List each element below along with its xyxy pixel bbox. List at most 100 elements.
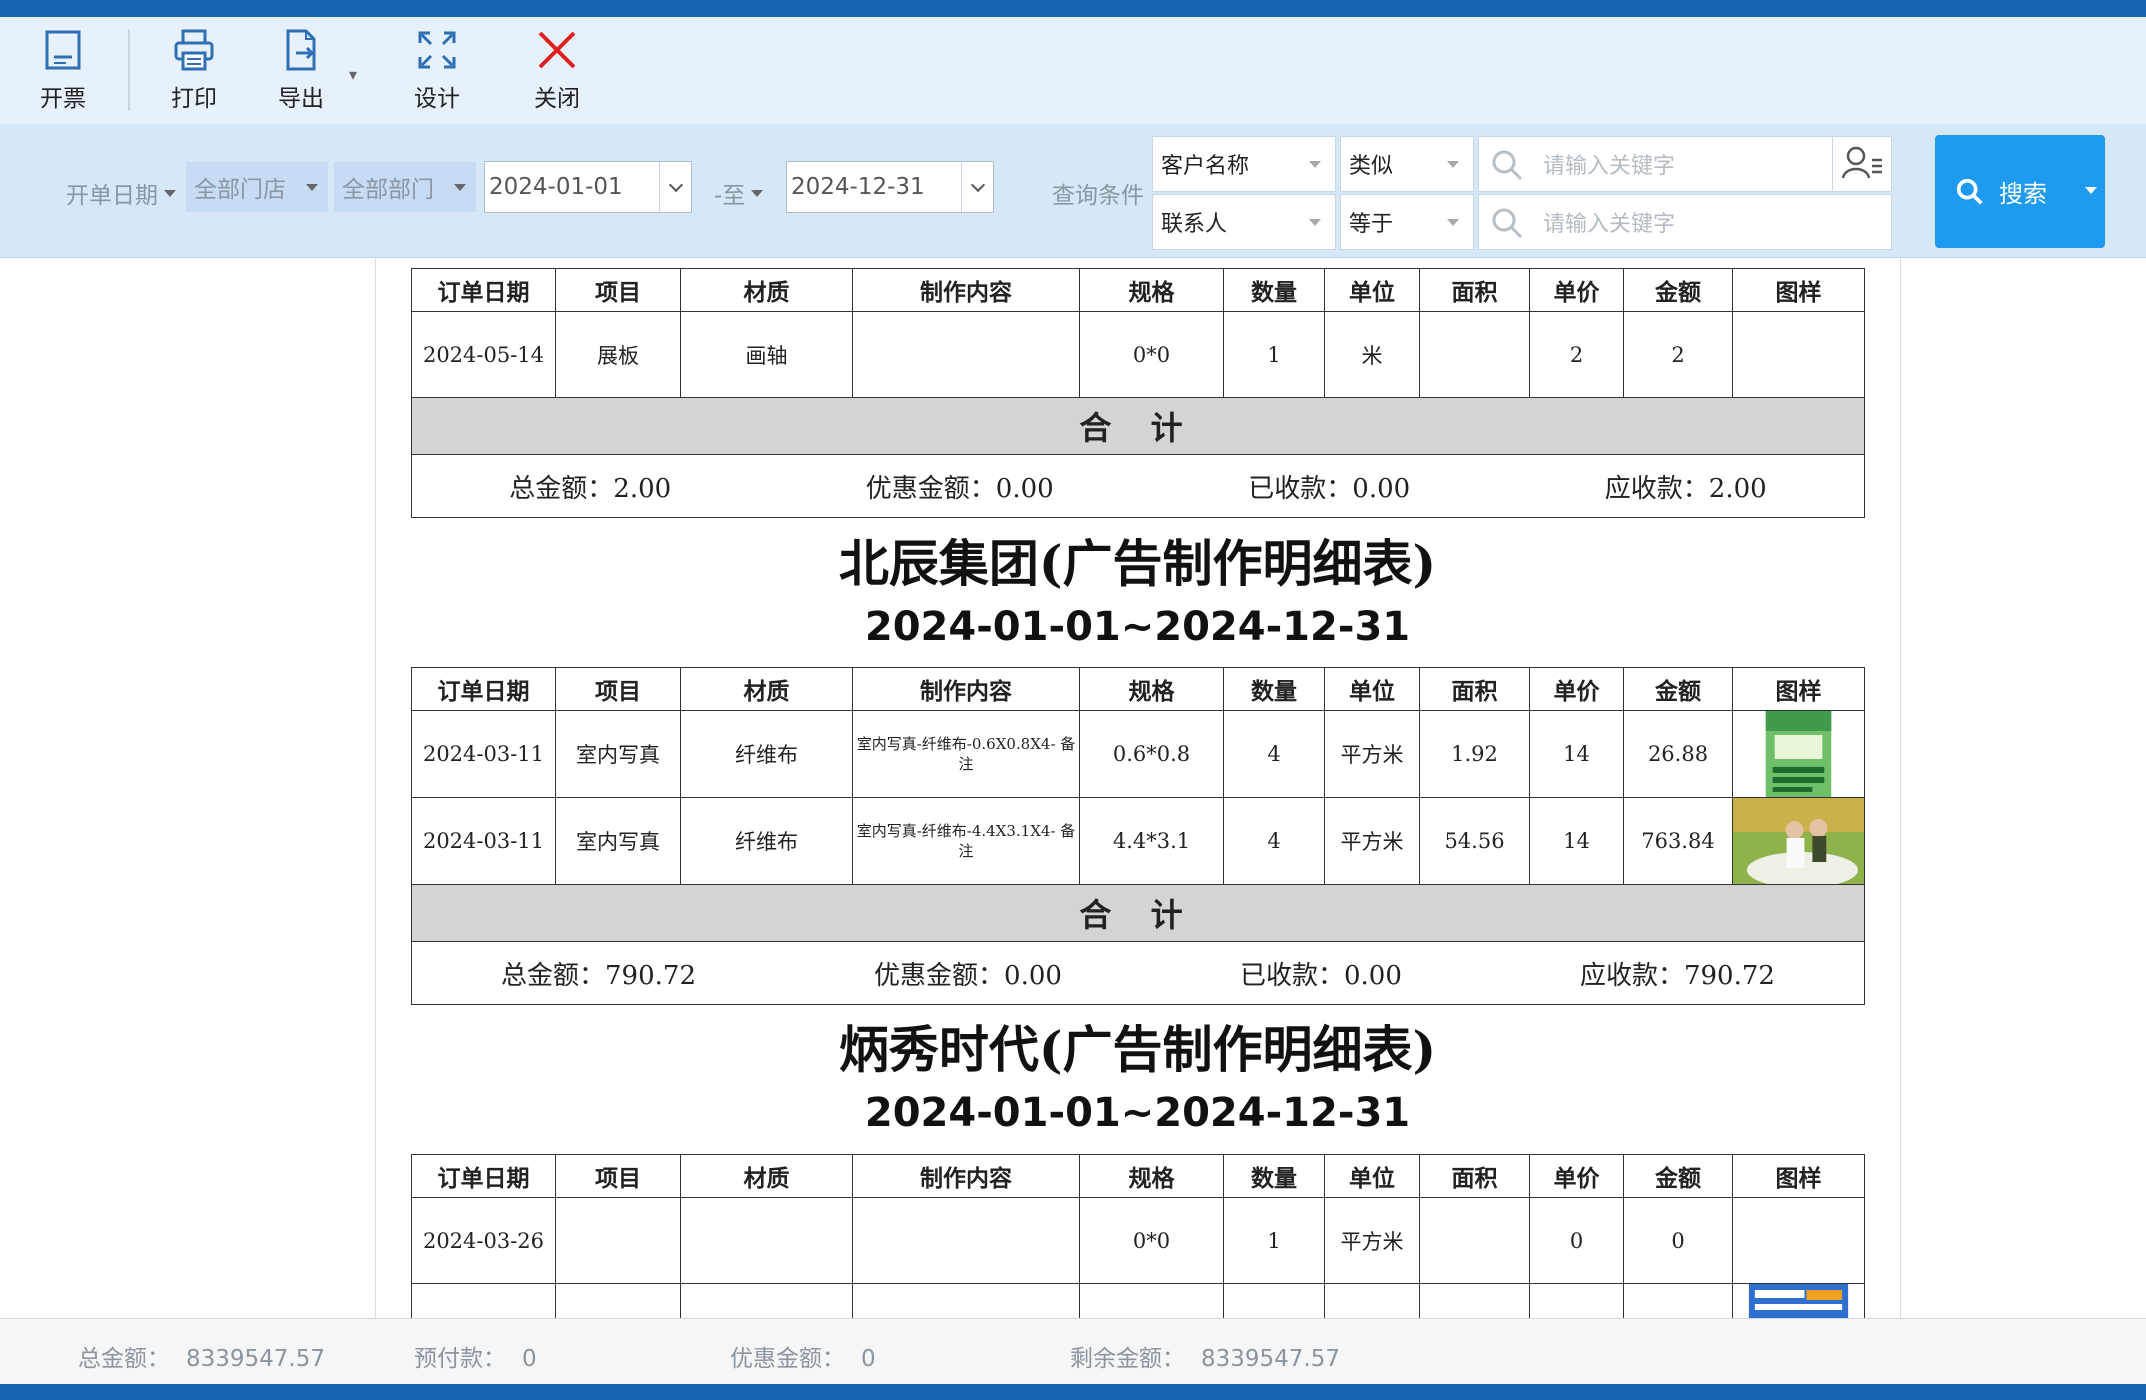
calendar-dropdown-icon[interactable] bbox=[961, 162, 993, 212]
cell-spec: 0*0 bbox=[1079, 311, 1224, 398]
summary-receivable: 应收款：2.00 bbox=[1604, 473, 1767, 504]
status-prepaid: 预付款： 0 bbox=[414, 1339, 537, 1373]
group-date-range: 2024-01-01~2024-12-31 bbox=[864, 1090, 1411, 1136]
col-header: 数量 bbox=[1223, 1154, 1325, 1198]
calendar-dropdown-icon[interactable] bbox=[659, 162, 691, 212]
report-preview[interactable]: 订单日期 项目 材质 制作内容 规格 数量 单位 面积 单价 金额 图样 202… bbox=[377, 258, 1900, 1318]
chevron-down-icon[interactable] bbox=[2085, 187, 2097, 194]
cell-qty: 4 bbox=[1223, 797, 1325, 885]
col-header: 订单日期 bbox=[411, 1154, 556, 1198]
summary-received: 已收款：0.00 bbox=[1248, 473, 1411, 504]
report-table-group0: 订单日期 项目 材质 制作内容 规格 数量 单位 面积 单价 金额 图样 202… bbox=[411, 268, 1865, 518]
col-header: 面积 bbox=[1419, 667, 1530, 711]
invoice-button[interactable]: 开票 bbox=[18, 27, 108, 117]
cell-qty: 1 bbox=[1223, 1197, 1325, 1284]
toolbar: 开票 打印 导出 ▾ 设计 关闭 bbox=[0, 17, 2146, 124]
dept-select[interactable]: 全部部门 bbox=[334, 162, 476, 212]
export-button[interactable]: 导出 bbox=[256, 27, 346, 117]
col-header: 订单日期 bbox=[411, 667, 556, 711]
contact-picker-button[interactable] bbox=[1832, 136, 1890, 190]
cond1-field-value: 客户名称 bbox=[1161, 154, 1250, 179]
cell-qty: 1 bbox=[1223, 311, 1325, 398]
cell-date: 2024-03-11 bbox=[411, 710, 556, 798]
chevron-down-icon bbox=[1447, 219, 1459, 226]
cell-material: 纤维布 bbox=[680, 797, 853, 885]
close-button[interactable]: 关闭 bbox=[512, 27, 602, 117]
cond2-keyword-input[interactable]: 请输入关键字 bbox=[1478, 194, 1892, 250]
cell-content: 室内写真-纤维布-4.4X3.1X4- 备注 bbox=[852, 797, 1080, 885]
cond2-field-select[interactable]: 联系人 bbox=[1152, 194, 1336, 250]
cell-amount: 0 bbox=[1623, 1197, 1733, 1284]
user-list-icon bbox=[1841, 146, 1882, 179]
cell-spec: 4.4*3.1 bbox=[1079, 797, 1224, 885]
col-header: 制作内容 bbox=[852, 1154, 1080, 1198]
date-type-dropdown[interactable]: 开单日期 bbox=[66, 176, 176, 210]
report-table-group1: 订单日期 项目 材质 制作内容 规格 数量 单位 面积 单价 金额 图样 202… bbox=[411, 667, 1865, 1005]
col-header: 单价 bbox=[1529, 667, 1624, 711]
photo-thumbnail bbox=[1733, 798, 1864, 884]
summary-row: 总金额：2.00 优惠金额：0.00 已收款：0.00 应收款：2.00 bbox=[411, 454, 1865, 518]
dept-value: 全部部门 bbox=[342, 177, 434, 203]
cond1-keyword-input[interactable]: 请输入关键字 bbox=[1478, 136, 1892, 192]
cell-material: 画轴 bbox=[680, 311, 853, 398]
search-icon bbox=[1492, 150, 1523, 181]
print-label: 打印 bbox=[171, 86, 217, 112]
cell-sample-image[interactable] bbox=[1732, 710, 1865, 798]
range-to-label: -至 bbox=[714, 183, 746, 209]
group-date-range: 2024-01-01~2024-12-31 bbox=[864, 604, 1411, 650]
col-header: 材质 bbox=[680, 268, 853, 312]
status-prepaid-label: 预付款： bbox=[414, 1346, 506, 1372]
cell-area bbox=[1419, 1197, 1530, 1284]
date-from-input[interactable]: 2024-01-01 bbox=[484, 161, 692, 213]
cell-spec: 0.6*0.8 bbox=[1079, 710, 1224, 798]
cond2-placeholder: 请输入关键字 bbox=[1543, 212, 1676, 237]
toolbar-separator bbox=[128, 29, 130, 111]
cell-price: 14 bbox=[1529, 710, 1624, 798]
cell-price: 2 bbox=[1529, 311, 1624, 398]
search-icon bbox=[1956, 178, 1983, 205]
cell-sample-image[interactable] bbox=[1732, 797, 1865, 885]
report-table-group2: 订单日期 项目 材质 制作内容 规格 数量 单位 面积 单价 金额 图样 202… bbox=[411, 1154, 1865, 1318]
col-header: 项目 bbox=[555, 268, 681, 312]
summary-total: 总金额：790.72 bbox=[501, 960, 696, 991]
cond1-field-select[interactable]: 客户名称 bbox=[1152, 136, 1336, 192]
export-label: 导出 bbox=[278, 86, 324, 112]
col-header: 面积 bbox=[1419, 268, 1530, 312]
status-remaining-label: 剩余金额： bbox=[1070, 1346, 1185, 1372]
col-header: 单位 bbox=[1324, 667, 1420, 711]
col-header: 项目 bbox=[555, 667, 681, 711]
group-title: 炳秀时代(广告制作明细表) bbox=[838, 1020, 1437, 1079]
cell-content: 室内写真-纤维布-0.6X0.8X4- 备注 bbox=[852, 710, 1080, 798]
col-header: 金额 bbox=[1623, 667, 1733, 711]
banner-thumbnail bbox=[1748, 1284, 1849, 1318]
invoice-icon bbox=[45, 30, 81, 70]
col-header: 单价 bbox=[1529, 1154, 1624, 1198]
status-total: 总金额： 8339547.57 bbox=[78, 1339, 325, 1373]
cell-date: 2024-03-26 bbox=[411, 1197, 556, 1284]
search-label: 搜索 bbox=[1999, 180, 2047, 208]
cell-date: 2024-05-14 bbox=[411, 311, 556, 398]
right-margin-pane bbox=[1900, 258, 2146, 1318]
status-bar: 总金额： 8339547.57 预付款： 0 优惠金额： 0 剩余金额： 8339547… bbox=[0, 1318, 2146, 1384]
date-to-input[interactable]: 2024-12-31 bbox=[786, 161, 994, 213]
cond2-op-select[interactable]: 等于 bbox=[1340, 194, 1474, 250]
print-button[interactable]: 打印 bbox=[149, 27, 239, 117]
cell-sample-image[interactable] bbox=[1732, 1283, 1865, 1318]
design-button[interactable]: 设计 bbox=[392, 27, 482, 117]
summary-discount: 优惠金额：0.00 bbox=[874, 960, 1062, 991]
store-select[interactable]: 全部门店 bbox=[186, 162, 328, 212]
summary-row: 总金额：790.72 优惠金额：0.00 已收款：0.00 应收款：790.72 bbox=[411, 941, 1865, 1005]
window-bottom-bar bbox=[0, 1384, 2146, 1400]
search-button[interactable]: 搜索 bbox=[1935, 135, 2105, 248]
table-row-partial bbox=[411, 1283, 1865, 1318]
total-row-label: 合 计 bbox=[411, 397, 1865, 455]
col-header: 面积 bbox=[1419, 1154, 1530, 1198]
cond1-op-select[interactable]: 类似 bbox=[1340, 136, 1474, 192]
close-icon bbox=[538, 31, 576, 69]
status-remaining: 剩余金额： 8339547.57 bbox=[1070, 1339, 1340, 1373]
cell-material: 纤维布 bbox=[680, 710, 853, 798]
cell-item bbox=[555, 1197, 681, 1284]
range-to-dropdown[interactable]: -至 bbox=[714, 176, 764, 210]
export-dropdown-icon[interactable]: ▾ bbox=[349, 65, 357, 84]
invoice-label: 开票 bbox=[40, 86, 86, 112]
